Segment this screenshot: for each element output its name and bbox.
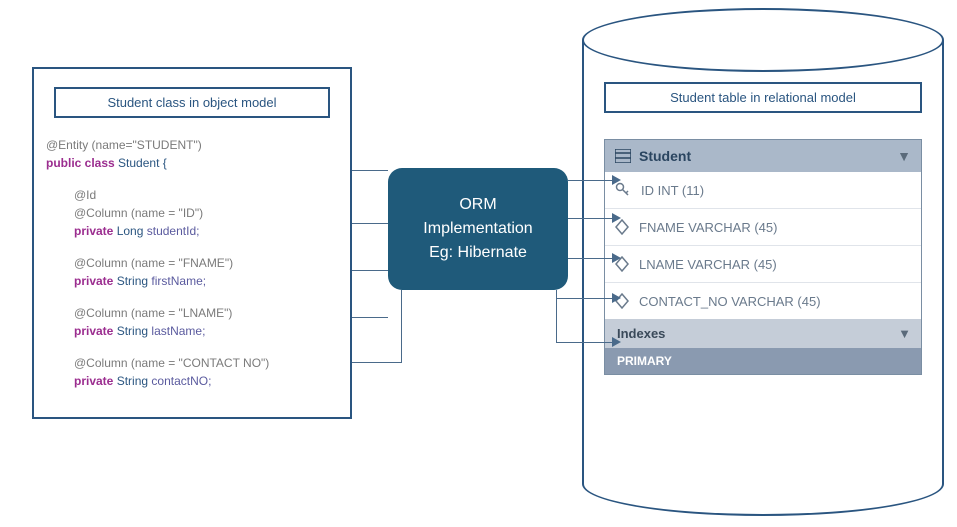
table-column-row: LNAME VARCHAR (45) xyxy=(605,246,921,283)
chevron-down-icon: ▼ xyxy=(898,326,911,341)
arrow-icon xyxy=(612,175,621,185)
table-name: Student xyxy=(639,148,691,164)
field-annotation: @Column (name = "FNAME") xyxy=(74,254,338,272)
field-annotation: @Id xyxy=(74,186,338,204)
database-cylinder: Student table in relational model Studen… xyxy=(582,8,944,516)
connector-vertical xyxy=(401,290,402,362)
arrow-icon xyxy=(612,213,621,223)
field-declaration: private Long studentId; xyxy=(74,222,338,240)
field-annotation: @Column (name = "CONTACT NO") xyxy=(74,354,338,372)
orm-line1: ORM xyxy=(459,193,496,217)
cylinder-top xyxy=(582,8,944,72)
cylinder-bottom xyxy=(582,452,944,516)
table-column-row: FNAME VARCHAR (45) xyxy=(605,209,921,246)
column-label: ID INT (11) xyxy=(641,183,704,198)
column-label: FNAME VARCHAR (45) xyxy=(639,220,777,235)
table-column-row: ID INT (11) xyxy=(605,172,921,209)
field-block: @Column (name = "CONTACT NO")private Str… xyxy=(46,354,338,390)
db-panel-title: Student table in relational model xyxy=(604,82,922,113)
field-block: @Id@Column (name = "ID")private Long stu… xyxy=(46,186,338,240)
arrow-icon xyxy=(612,337,621,347)
connector-line xyxy=(352,270,388,271)
code-panel-title: Student class in object model xyxy=(54,87,330,118)
connector-vertical xyxy=(556,290,557,342)
class-declaration: public class Student { xyxy=(46,154,338,172)
orm-diagram: Student class in object model @Entity (n… xyxy=(0,0,957,527)
table-column-row: CONTACT_NO VARCHAR (45) xyxy=(605,283,921,319)
column-label: CONTACT_NO VARCHAR (45) xyxy=(639,294,821,309)
field-declaration: private String firstName; xyxy=(74,272,338,290)
table-icon xyxy=(615,149,631,163)
code-panel: Student class in object model @Entity (n… xyxy=(32,67,352,419)
field-declaration: private String contactNO; xyxy=(74,372,338,390)
db-table-widget: Student ▼ ID INT (11) FNAME VARCHAR (45) L… xyxy=(604,139,922,375)
indexes-section: Indexes ▼ xyxy=(605,319,921,348)
orm-line2: Implementation xyxy=(423,217,532,241)
cylinder-content: Student table in relational model Studen… xyxy=(604,82,922,375)
orm-box: ORM Implementation Eg: Hibernate xyxy=(388,168,568,290)
field-block: @Column (name = "LNAME")private String l… xyxy=(46,304,338,340)
field-declaration: private String lastName; xyxy=(74,322,338,340)
connector-line xyxy=(556,298,614,299)
connector-line xyxy=(352,362,402,363)
connector-line xyxy=(352,223,388,224)
connector-line xyxy=(556,342,614,343)
connector-line xyxy=(568,258,614,259)
field-block: @Column (name = "FNAME")private String f… xyxy=(46,254,338,290)
connector-line xyxy=(352,317,388,318)
entity-annotation: @Entity (name="STUDENT") xyxy=(46,136,338,154)
arrow-icon xyxy=(612,293,621,303)
arrow-icon xyxy=(612,253,621,263)
orm-line3: Eg: Hibernate xyxy=(429,241,527,265)
connector-line xyxy=(352,170,388,171)
table-header: Student ▼ xyxy=(605,140,921,172)
field-annotation: @Column (name = "LNAME") xyxy=(74,304,338,322)
primary-index: PRIMARY xyxy=(605,348,921,374)
column-label: LNAME VARCHAR (45) xyxy=(639,257,777,272)
entity-declaration: @Entity (name="STUDENT") public class St… xyxy=(46,136,338,172)
connector-line xyxy=(568,180,614,181)
chevron-down-icon: ▼ xyxy=(897,148,911,164)
connector-line xyxy=(568,218,614,219)
field-annotation: @Column (name = "ID") xyxy=(74,204,338,222)
